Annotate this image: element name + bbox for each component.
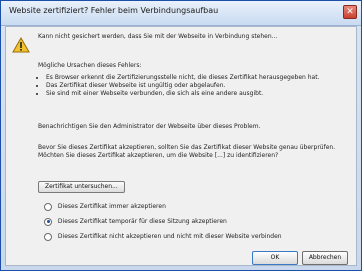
option-accept-temporary[interactable]: Dieses Zertifikat temporär für diese Sit… (44, 217, 227, 226)
cause-item: Es Browser erkennt die Zertifizierungsst… (46, 74, 346, 82)
view-certificate-button[interactable]: Zertifikat untersuchen... (38, 181, 125, 193)
contact-text: Benachrichtigen Sie den Administrator de… (38, 123, 261, 130)
cancel-button[interactable]: Abbrechen (302, 251, 348, 265)
option-label: Dieses Zertifikat nicht akzeptieren und … (57, 233, 282, 240)
window-title: Website zertifiziert? Fehler beim Verbin… (9, 6, 219, 15)
advice-text: Bevor Sie dieses Zertifikat akzeptieren,… (38, 144, 336, 159)
cause-item: Das Zertifikat dieser Webseite ist ungül… (46, 82, 346, 90)
causes-list: Es Browser erkennt die Zertifizierungsst… (38, 74, 346, 98)
option-label: Dieses Zertifikat temporär für diese Sit… (57, 218, 227, 225)
intro-text: Kann nicht gesichert werden, dass Sie mi… (38, 33, 278, 40)
cause-item: Sie sind mit einer Webseite verbunden, d… (46, 90, 346, 98)
radio-always-accept[interactable] (44, 202, 52, 211)
certificate-warning-dialog: Website zertifiziert? Fehler beim Verbin… (0, 0, 362, 271)
option-label: Dieses Zertifikat immer akzeptieren (57, 203, 166, 210)
causes-heading: Mögliche Ursachen dieses Fehlers: (38, 62, 142, 69)
option-always-accept[interactable]: Dieses Zertifikat immer akzeptieren (44, 202, 166, 211)
title-bar[interactable]: Website zertifiziert? Fehler beim Verbin… (1, 1, 361, 26)
dialog-content: Kann nicht gesichert werden, dass Sie mi… (5, 26, 357, 266)
option-reject[interactable]: Dieses Zertifikat nicht akzeptieren und … (44, 232, 282, 241)
radio-reject[interactable] (44, 232, 52, 241)
radio-accept-temporary[interactable] (44, 217, 52, 226)
ok-button[interactable]: OK (252, 251, 298, 265)
close-button[interactable]: ✕ (343, 5, 357, 19)
warning-icon (12, 37, 30, 53)
